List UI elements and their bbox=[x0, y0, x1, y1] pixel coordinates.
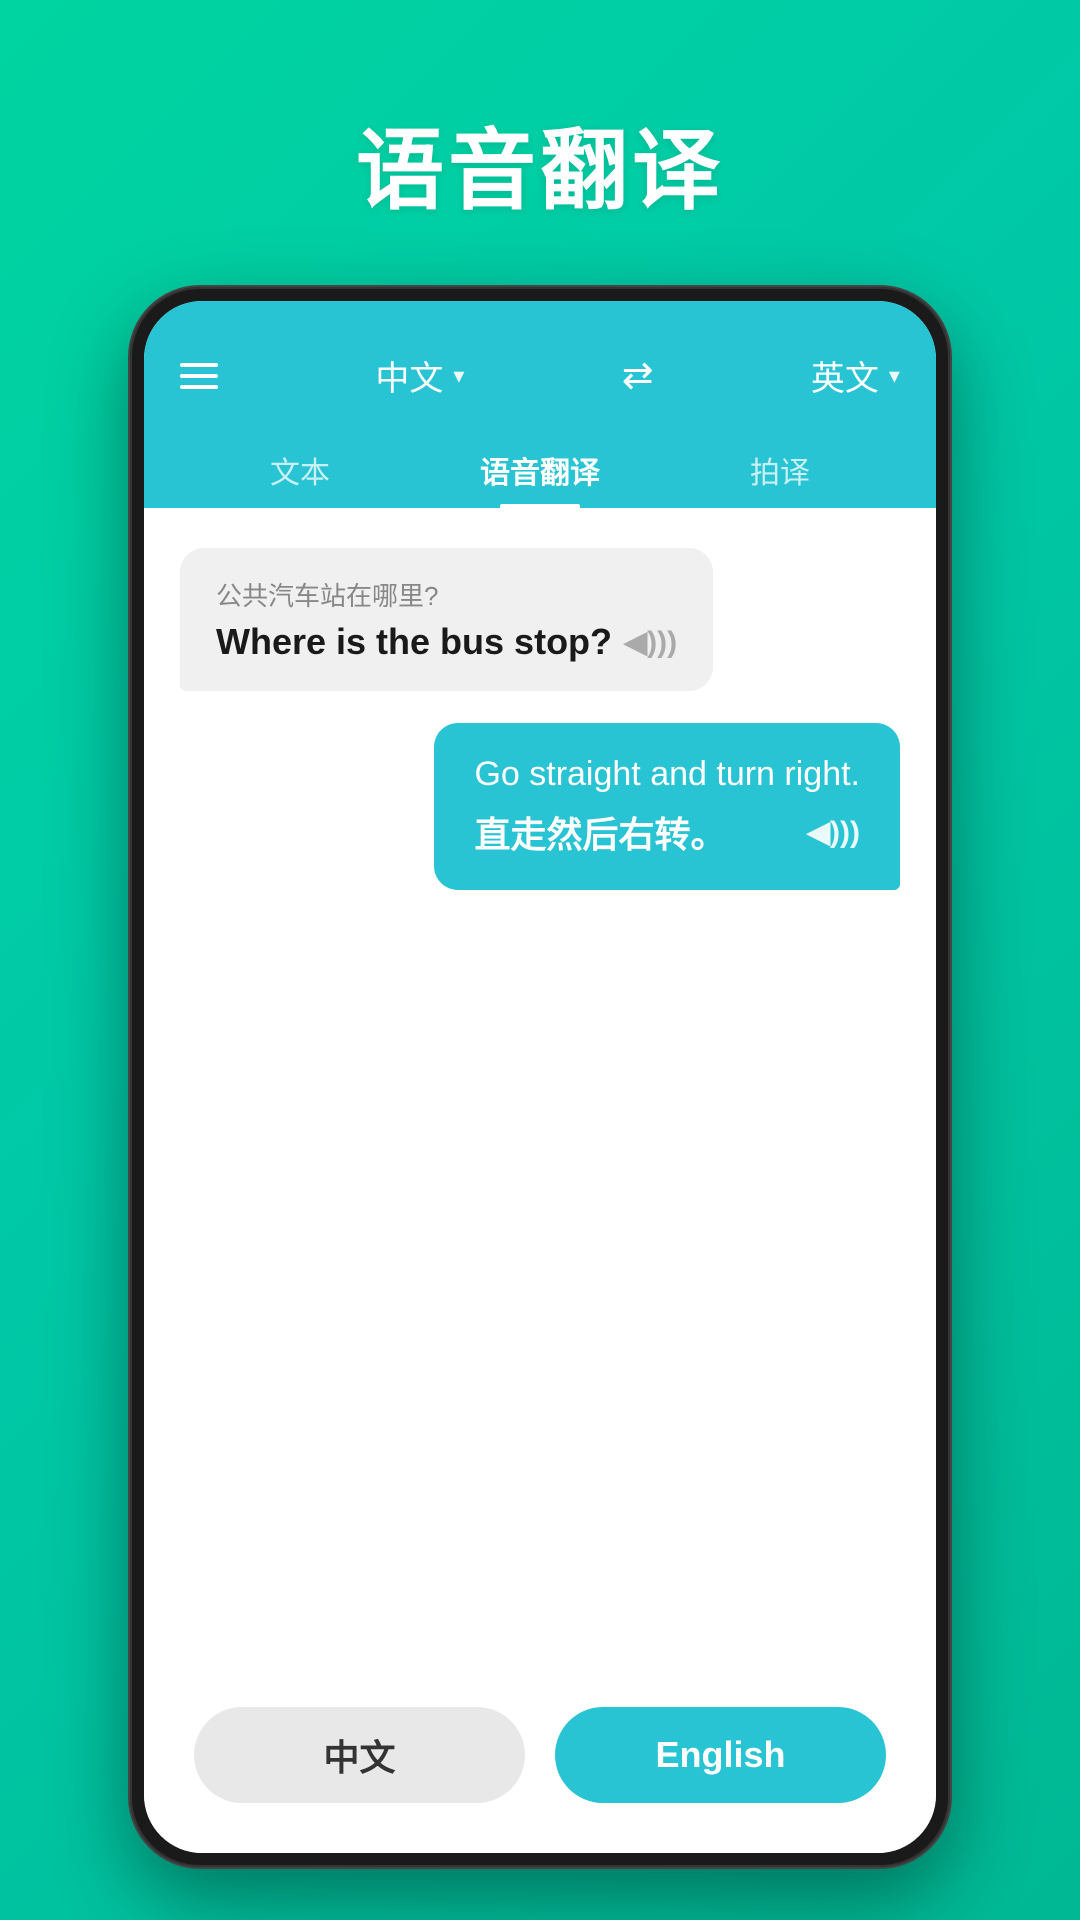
bubble-right-sound-icon[interactable]: ◀))) bbox=[807, 815, 860, 850]
bubble-right-maintext: Go straight and turn right. bbox=[474, 755, 860, 794]
swap-languages-button[interactable]: ⇄ bbox=[622, 353, 654, 398]
source-lang-chevron: ▾ bbox=[453, 363, 464, 389]
app-header: 中文 ▾ ⇄ 英文 ▾ 文本 语音翻译 bbox=[144, 301, 936, 508]
message-bubble-right[interactable]: Go straight and turn right. 直走然后右转。 ◀))) bbox=[434, 723, 900, 890]
target-lang-selector[interactable]: 英文 ▾ bbox=[811, 351, 900, 400]
bubble-left-sound-icon[interactable]: ◀))) bbox=[624, 625, 677, 660]
page-title: 语音翻译 bbox=[356, 100, 724, 227]
target-lang-chevron: ▾ bbox=[889, 363, 900, 389]
source-lang-label: 中文 bbox=[375, 351, 443, 400]
target-lang-label: 英文 bbox=[811, 351, 879, 400]
menu-icon[interactable] bbox=[180, 363, 218, 389]
chat-area: 公共汽车站在哪里? Where is the bus stop? ◀))) Go… bbox=[144, 508, 936, 1683]
phone-screen: 中文 ▾ ⇄ 英文 ▾ 文本 语音翻译 bbox=[144, 301, 936, 1853]
tab-text[interactable]: 文本 bbox=[180, 432, 420, 508]
source-lang-selector[interactable]: 中文 ▾ bbox=[375, 351, 464, 400]
header-top: 中文 ▾ ⇄ 英文 ▾ bbox=[180, 351, 900, 400]
english-mic-button[interactable]: English bbox=[555, 1707, 886, 1803]
swap-icon: ⇄ bbox=[622, 355, 654, 397]
tab-voice-translate[interactable]: 语音翻译 bbox=[420, 432, 660, 508]
bubble-left-maintext: Where is the bus stop? ◀))) bbox=[216, 621, 677, 663]
bottom-bar: 中文 English bbox=[144, 1683, 936, 1853]
chinese-mic-button[interactable]: 中文 bbox=[194, 1707, 525, 1803]
message-bubble-left[interactable]: 公共汽车站在哪里? Where is the bus stop? ◀))) bbox=[180, 548, 713, 691]
bubble-left-subtext: 公共汽车站在哪里? bbox=[216, 576, 677, 613]
tab-bar: 文本 语音翻译 拍译 bbox=[180, 432, 900, 508]
bubble-right-subtext: 直走然后右转。 ◀))) bbox=[474, 806, 860, 858]
tab-photo-translate[interactable]: 拍译 bbox=[660, 432, 900, 508]
phone-frame: 中文 ▾ ⇄ 英文 ▾ 文本 语音翻译 bbox=[130, 287, 950, 1867]
